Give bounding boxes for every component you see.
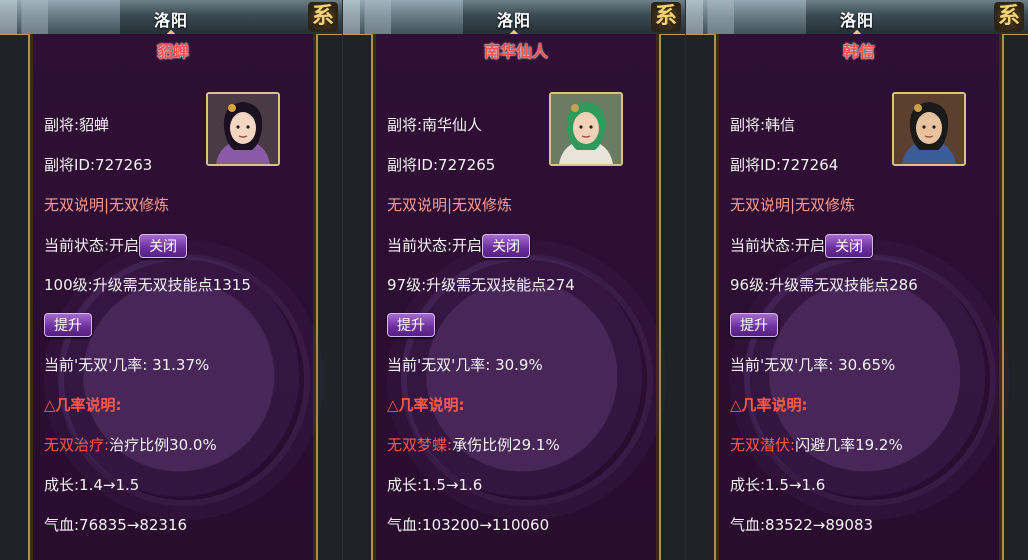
status-row: 当前状态:开启 关闭 [44,234,188,258]
deputy-id: 副将ID:727263 [44,156,153,174]
status-label: 当前状态:开启 [387,236,483,255]
skill-info-links[interactable]: 无双说明|无双修炼 [44,194,169,215]
current-rate: 当前'无双'几率: 30.65% [730,356,896,374]
general-sheet: 南华仙人 副将:南华仙人 副将ID:727265 无双说明|无双修炼 当前状态:… [371,34,661,560]
skill-name: 无双治疗: [44,436,110,454]
deputy-id: 副将ID:727264 [730,156,839,174]
general-portrait[interactable] [549,92,623,166]
close-button[interactable]: 关闭 [482,234,531,258]
growth-stat: 成长:1.4→1.5 [44,476,140,494]
general-name: 貂蝉 [156,42,189,61]
deputy-name: 副将:南华仙人 [387,116,483,134]
skill-effect-row: 无双梦蝶:承伤比例29.1% [387,434,560,455]
growth-stat: 成长:1.5→1.6 [387,476,483,494]
rate-info-title: △几率说明: [44,396,122,414]
rate-info-title: △几率说明: [730,396,808,414]
status-row: 当前状态:开启 关闭 [730,234,874,258]
city-name: 洛阳 [153,11,188,30]
rate-info-title: △几率说明: [387,396,465,414]
skill-info-links[interactable]: 无双说明|无双修炼 [387,194,512,215]
general-name: 韩信 [842,42,875,61]
close-button[interactable]: 关闭 [139,234,188,258]
skill-effect-row: 无双治疗:治疗比例30.0% [44,434,217,455]
green-hair-sage-portrait [551,94,621,164]
skill-effect: 闪避几率19.2% [795,436,903,454]
general-panel: 洛阳 系 貂蝉 副将:貂蝉 副将ID:727263 无双说明|无双修炼 当前状态… [0,0,342,560]
hp-stat: 气血:83522→89083 [730,516,874,534]
growth-stat: 成长:1.5→1.6 [730,476,826,494]
system-menu-button[interactable]: 系 [651,2,681,32]
upgrade-button[interactable]: 提升 [730,313,778,337]
current-rate: 当前'无双'几率: 30.9% [387,356,543,374]
upgrade-row: 提升 [730,313,778,337]
skill-name: 无双梦蝶: [387,436,453,454]
upgrade-requirement: 100级:升级需无双技能点1315 [44,276,251,294]
general-sheet: 韩信 副将:韩信 副将ID:727264 无双说明|无双修炼 当前状态:开启 关… [714,34,1004,560]
deputy-id: 副将ID:727265 [387,156,496,174]
close-button[interactable]: 关闭 [825,234,874,258]
city-name: 洛阳 [839,11,874,30]
status-row: 当前状态:开启 关闭 [387,234,531,258]
general-portrait[interactable] [892,92,966,166]
upgrade-button[interactable]: 提升 [387,313,435,337]
system-menu-button[interactable]: 系 [308,2,338,32]
skill-effect-row: 无双潜伏:闪避几率19.2% [730,434,903,455]
status-label: 当前状态:开启 [44,236,140,255]
skill-info-links[interactable]: 无双说明|无双修炼 [730,194,855,215]
system-menu-button[interactable]: 系 [994,2,1024,32]
status-label: 当前状态:开启 [730,236,826,255]
general-name: 南华仙人 [483,42,548,61]
general-sheet: 貂蝉 副将:貂蝉 副将ID:727263 无双说明|无双修炼 当前状态:开启 关… [28,34,318,560]
upgrade-row: 提升 [44,313,92,337]
upgrade-row: 提升 [387,313,435,337]
skill-name: 无双潜伏: [730,436,796,454]
city-name: 洛阳 [496,11,531,30]
general-portrait[interactable] [206,92,280,166]
deputy-name: 副将:貂蝉 [44,116,110,134]
deputy-name: 副将:韩信 [730,116,796,134]
female-general-portrait [208,94,278,164]
upgrade-requirement: 96级:升级需无双技能点286 [730,276,918,294]
skill-effect: 承伤比例29.1% [452,436,560,454]
general-panel: 洛阳 系 韩信 副将:韩信 副将ID:727264 无双说明|无双修炼 当前状态… [686,0,1028,560]
upgrade-button[interactable]: 提升 [44,313,92,337]
skill-effect: 治疗比例30.0% [109,436,217,454]
upgrade-requirement: 97级:升级需无双技能点274 [387,276,575,294]
armored-general-portrait [894,94,964,164]
current-rate: 当前'无双'几率: 31.37% [44,356,210,374]
hp-stat: 气血:103200→110060 [387,516,550,534]
hp-stat: 气血:76835→82316 [44,516,188,534]
general-panel: 洛阳 系 南华仙人 副将:南华仙人 副将ID:727265 无双说明|无双修炼 … [343,0,685,560]
